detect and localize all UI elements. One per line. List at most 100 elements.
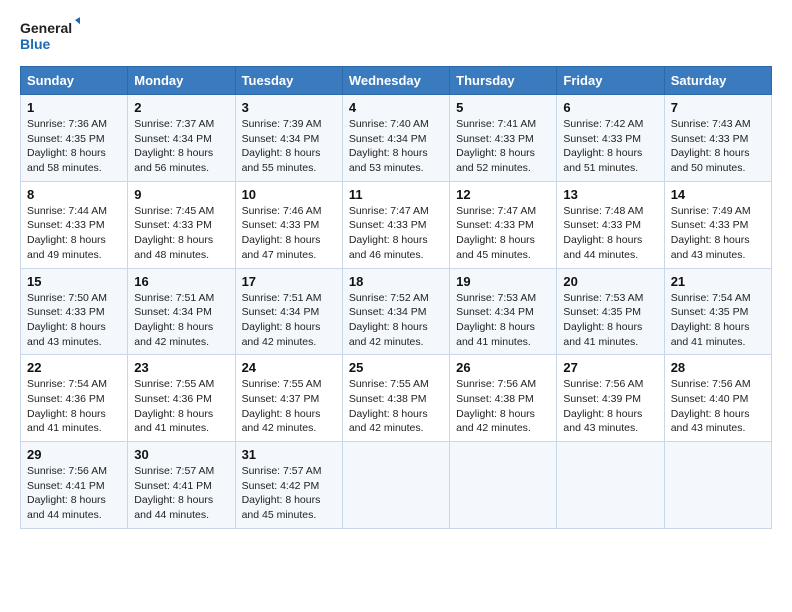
- day-number: 7: [671, 100, 765, 115]
- calendar-cell: 21Sunrise: 7:54 AMSunset: 4:35 PMDayligh…: [664, 268, 771, 355]
- day-detail: Sunrise: 7:42 AMSunset: 4:33 PMDaylight:…: [563, 117, 657, 176]
- day-detail: Sunrise: 7:51 AMSunset: 4:34 PMDaylight:…: [242, 291, 336, 350]
- day-number: 21: [671, 274, 765, 289]
- day-number: 16: [134, 274, 228, 289]
- weekday-header-cell: Wednesday: [342, 67, 449, 95]
- day-detail: Sunrise: 7:46 AMSunset: 4:33 PMDaylight:…: [242, 204, 336, 263]
- calendar-cell: 30 Sunrise: 7:57 AMSunset: 4:41 PMDayligh…: [128, 442, 235, 529]
- day-number: 8: [27, 187, 121, 202]
- day-detail: Sunrise: 7:49 AMSunset: 4:33 PMDaylight:…: [671, 204, 765, 263]
- day-number: 10: [242, 187, 336, 202]
- day-number: 13: [563, 187, 657, 202]
- calendar-cell: 17 Sunrise: 7:51 AMSunset: 4:34 PMDayligh…: [235, 268, 342, 355]
- day-detail: Sunrise: 7:50 AMSunset: 4:33 PMDaylight:…: [27, 291, 121, 350]
- day-detail: Sunrise: 7:56 AMSunset: 4:38 PMDaylight:…: [456, 377, 550, 436]
- day-detail: Sunrise: 7:51 AMSunset: 4:34 PMDaylight:…: [134, 291, 228, 350]
- day-number: 1: [27, 100, 121, 115]
- page: General Blue SundayMondayTuesdayWednesda…: [0, 0, 792, 612]
- day-number: 29: [27, 447, 121, 462]
- calendar-cell: 6 Sunrise: 7:42 AMSunset: 4:33 PMDaylight…: [557, 95, 664, 182]
- day-number: 26: [456, 360, 550, 375]
- day-detail: Sunrise: 7:44 AMSunset: 4:33 PMDaylight:…: [27, 204, 121, 263]
- calendar-cell: 23Sunrise: 7:55 AMSunset: 4:36 PMDayligh…: [128, 355, 235, 442]
- calendar-cell: 7 Sunrise: 7:43 AMSunset: 4:33 PMDaylight…: [664, 95, 771, 182]
- day-number: 12: [456, 187, 550, 202]
- day-number: 19: [456, 274, 550, 289]
- weekday-header-cell: Thursday: [450, 67, 557, 95]
- day-detail: Sunrise: 7:48 AMSunset: 4:33 PMDaylight:…: [563, 204, 657, 263]
- day-detail: Sunrise: 7:55 AMSunset: 4:36 PMDaylight:…: [134, 377, 228, 436]
- day-detail: Sunrise: 7:43 AMSunset: 4:33 PMDaylight:…: [671, 117, 765, 176]
- svg-text:Blue: Blue: [20, 36, 51, 52]
- header: General Blue: [20, 16, 772, 56]
- day-detail: Sunrise: 7:41 AMSunset: 4:33 PMDaylight:…: [456, 117, 550, 176]
- day-number: 30: [134, 447, 228, 462]
- calendar-cell: 24Sunrise: 7:55 AMSunset: 4:37 PMDayligh…: [235, 355, 342, 442]
- day-number: 14: [671, 187, 765, 202]
- day-number: 5: [456, 100, 550, 115]
- calendar-cell: 14 Sunrise: 7:49 AMSunset: 4:33 PMDayligh…: [664, 181, 771, 268]
- weekday-header-cell: Monday: [128, 67, 235, 95]
- day-number: 15: [27, 274, 121, 289]
- calendar-cell: 27 Sunrise: 7:56 AMSunset: 4:39 PMDayligh…: [557, 355, 664, 442]
- day-number: 17: [242, 274, 336, 289]
- calendar-cell: 11 Sunrise: 7:47 AMSunset: 4:33 PMDayligh…: [342, 181, 449, 268]
- calendar-cell: 28 Sunrise: 7:56 AMSunset: 4:40 PMDayligh…: [664, 355, 771, 442]
- svg-text:General: General: [20, 20, 72, 36]
- day-detail: Sunrise: 7:56 AMSunset: 4:40 PMDaylight:…: [671, 377, 765, 436]
- day-number: 3: [242, 100, 336, 115]
- day-detail: Sunrise: 7:57 AMSunset: 4:42 PMDaylight:…: [242, 464, 336, 523]
- calendar-cell: 12 Sunrise: 7:47 AMSunset: 4:33 PMDayligh…: [450, 181, 557, 268]
- weekday-header-cell: Friday: [557, 67, 664, 95]
- day-number: 11: [349, 187, 443, 202]
- logo-svg: General Blue: [20, 16, 80, 56]
- day-number: 20: [563, 274, 657, 289]
- day-number: 28: [671, 360, 765, 375]
- day-detail: Sunrise: 7:56 AMSunset: 4:41 PMDaylight:…: [27, 464, 121, 523]
- calendar-cell: 16 Sunrise: 7:51 AMSunset: 4:34 PMDayligh…: [128, 268, 235, 355]
- day-detail: Sunrise: 7:57 AMSunset: 4:41 PMDaylight:…: [134, 464, 228, 523]
- day-detail: Sunrise: 7:47 AMSunset: 4:33 PMDaylight:…: [349, 204, 443, 263]
- day-number: 31: [242, 447, 336, 462]
- day-detail: Sunrise: 7:53 AMSunset: 4:34 PMDaylight:…: [456, 291, 550, 350]
- weekday-header-cell: Saturday: [664, 67, 771, 95]
- calendar-cell: 2 Sunrise: 7:37 AMSunset: 4:34 PMDaylight…: [128, 95, 235, 182]
- day-number: 22: [27, 360, 121, 375]
- day-detail: Sunrise: 7:37 AMSunset: 4:34 PMDaylight:…: [134, 117, 228, 176]
- calendar-cell: 26 Sunrise: 7:56 AMSunset: 4:38 PMDayligh…: [450, 355, 557, 442]
- calendar-cell: 18Sunrise: 7:52 AMSunset: 4:34 PMDayligh…: [342, 268, 449, 355]
- day-number: 4: [349, 100, 443, 115]
- calendar-cell: 13 Sunrise: 7:48 AMSunset: 4:33 PMDayligh…: [557, 181, 664, 268]
- calendar-cell: 1 Sunrise: 7:36 AMSunset: 4:35 PMDaylight…: [21, 95, 128, 182]
- calendar-cell: [450, 442, 557, 529]
- calendar-cell: 20 Sunrise: 7:53 AMSunset: 4:35 PMDayligh…: [557, 268, 664, 355]
- day-detail: Sunrise: 7:39 AMSunset: 4:34 PMDaylight:…: [242, 117, 336, 176]
- calendar: SundayMondayTuesdayWednesdayThursdayFrid…: [20, 66, 772, 529]
- day-number: 2: [134, 100, 228, 115]
- day-number: 6: [563, 100, 657, 115]
- day-detail: Sunrise: 7:45 AMSunset: 4:33 PMDaylight:…: [134, 204, 228, 263]
- calendar-cell: 9 Sunrise: 7:45 AMSunset: 4:33 PMDaylight…: [128, 181, 235, 268]
- day-detail: Sunrise: 7:36 AMSunset: 4:35 PMDaylight:…: [27, 117, 121, 176]
- calendar-cell: 5 Sunrise: 7:41 AMSunset: 4:33 PMDaylight…: [450, 95, 557, 182]
- day-number: 9: [134, 187, 228, 202]
- calendar-cell: [557, 442, 664, 529]
- day-detail: Sunrise: 7:56 AMSunset: 4:39 PMDaylight:…: [563, 377, 657, 436]
- day-detail: Sunrise: 7:53 AMSunset: 4:35 PMDaylight:…: [563, 291, 657, 350]
- calendar-cell: 4 Sunrise: 7:40 AMSunset: 4:34 PMDaylight…: [342, 95, 449, 182]
- day-number: 27: [563, 360, 657, 375]
- day-number: 24: [242, 360, 336, 375]
- weekday-header-cell: Tuesday: [235, 67, 342, 95]
- calendar-cell: 15 Sunrise: 7:50 AMSunset: 4:33 PMDayligh…: [21, 268, 128, 355]
- day-detail: Sunrise: 7:54 AMSunset: 4:36 PMDaylight:…: [27, 377, 121, 436]
- day-number: 25: [349, 360, 443, 375]
- calendar-cell: [342, 442, 449, 529]
- calendar-cell: 3 Sunrise: 7:39 AMSunset: 4:34 PMDaylight…: [235, 95, 342, 182]
- calendar-cell: [664, 442, 771, 529]
- day-detail: Sunrise: 7:55 AMSunset: 4:38 PMDaylight:…: [349, 377, 443, 436]
- calendar-cell: 22 Sunrise: 7:54 AMSunset: 4:36 PMDayligh…: [21, 355, 128, 442]
- calendar-cell: 31 Sunrise: 7:57 AMSunset: 4:42 PMDayligh…: [235, 442, 342, 529]
- day-number: 18: [349, 274, 443, 289]
- day-detail: Sunrise: 7:40 AMSunset: 4:34 PMDaylight:…: [349, 117, 443, 176]
- day-detail: Sunrise: 7:47 AMSunset: 4:33 PMDaylight:…: [456, 204, 550, 263]
